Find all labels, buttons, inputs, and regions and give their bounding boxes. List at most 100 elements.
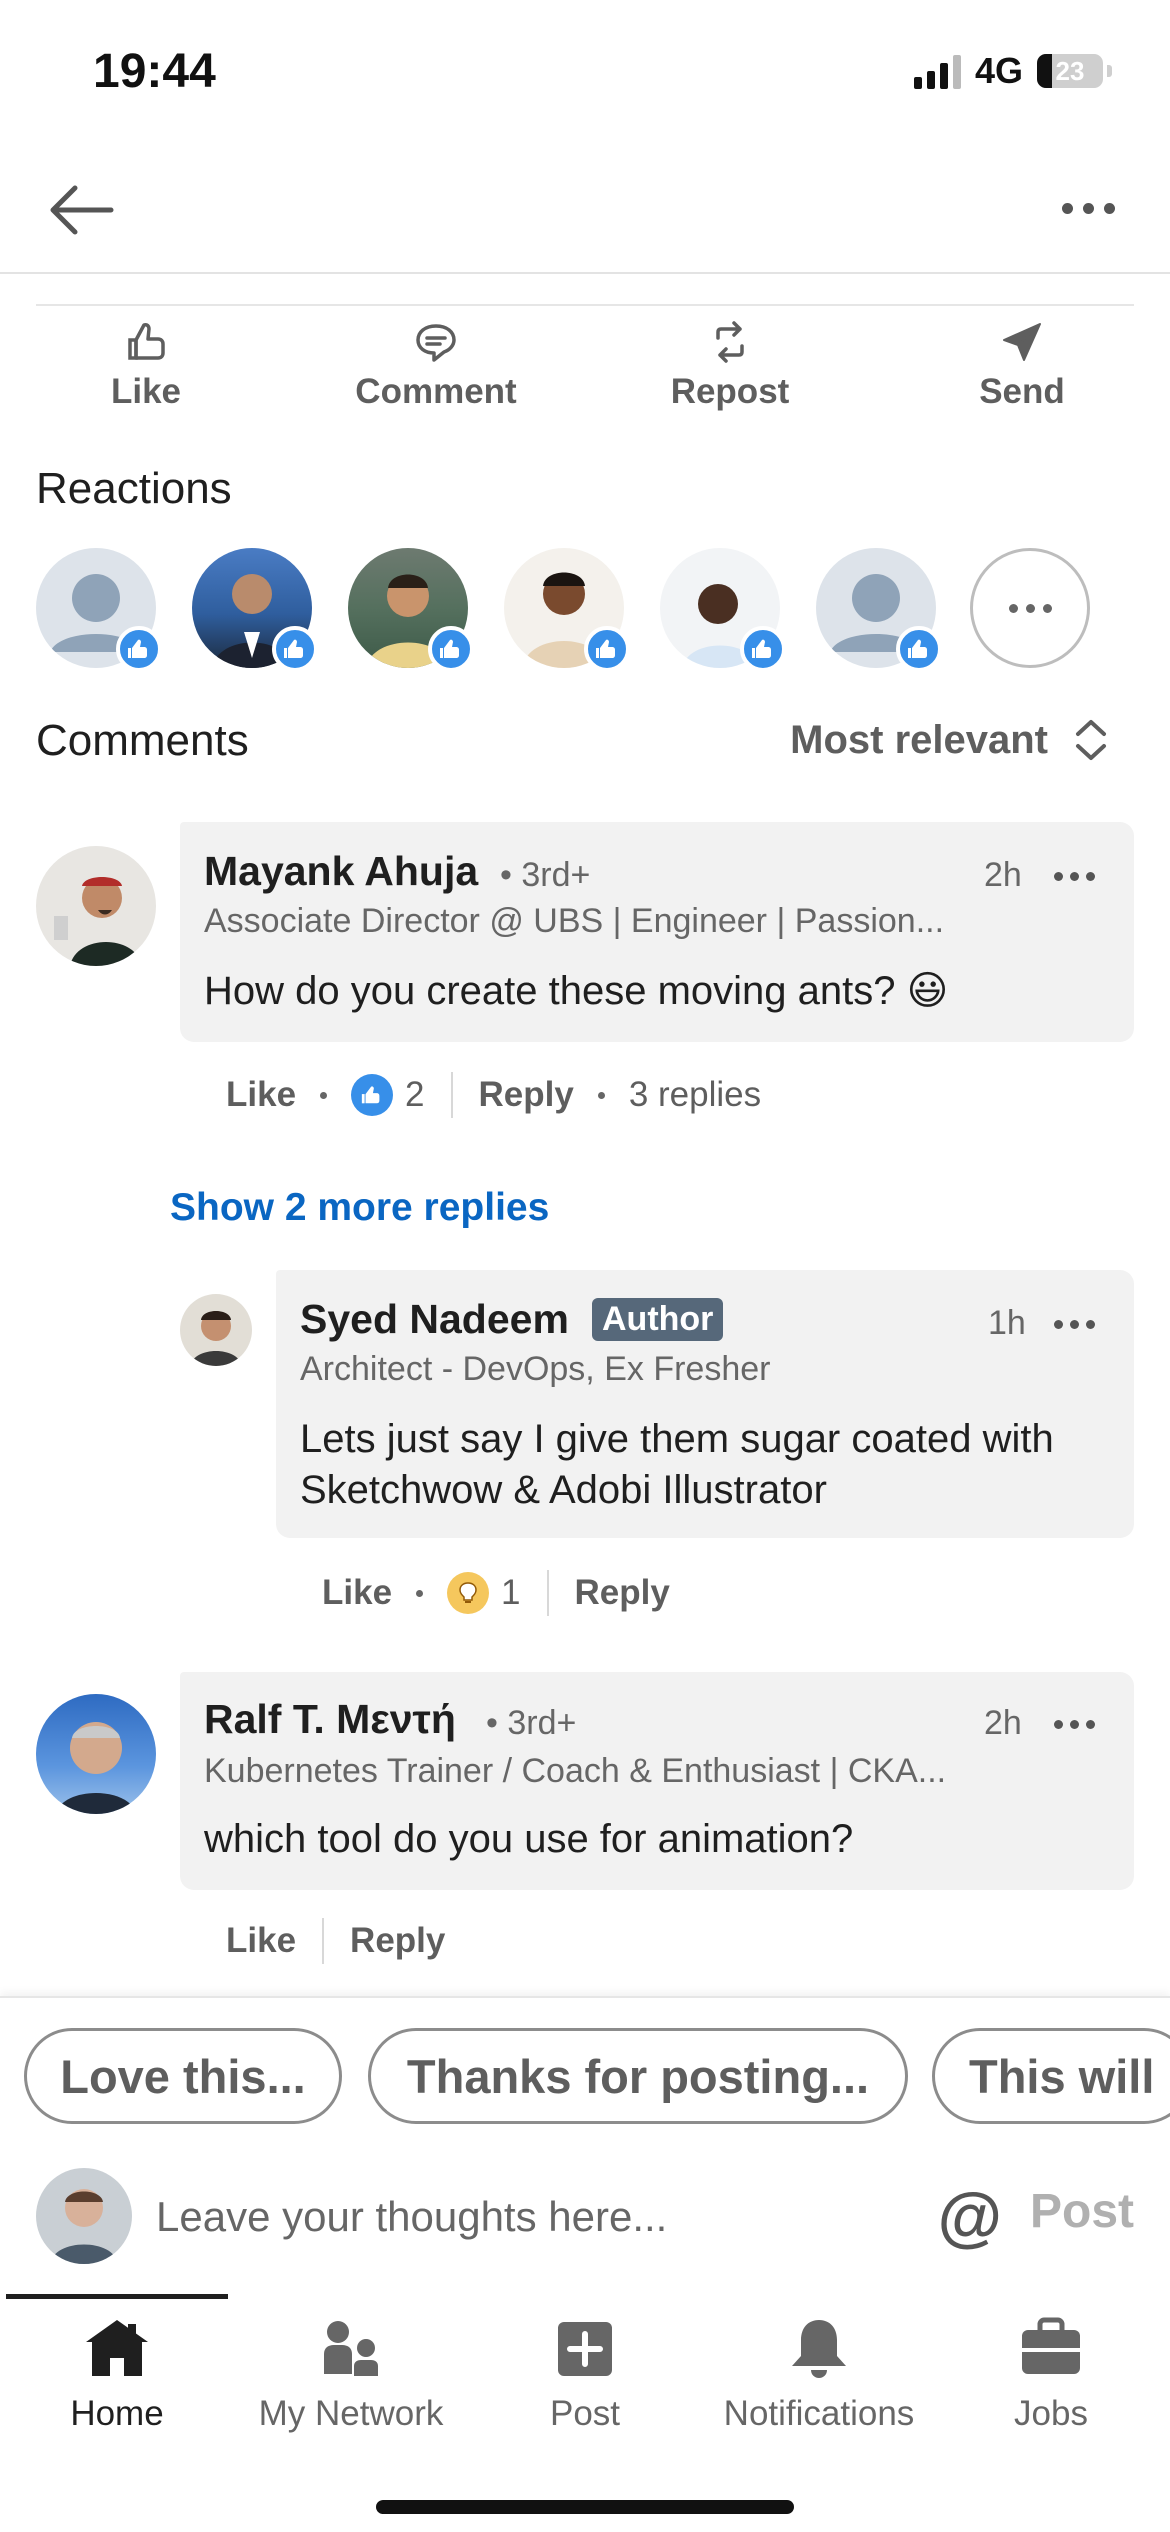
comment-label: Comment <box>355 372 517 411</box>
reactor-avatar[interactable] <box>192 548 318 672</box>
comment-more-button[interactable] <box>1054 1320 1095 1329</box>
reactor-avatar[interactable] <box>348 548 474 672</box>
like-action-button[interactable]: Like <box>36 318 256 412</box>
quick-reply-chips: Love this... Thanks for posting... This … <box>24 2028 1170 2126</box>
like-reaction-icon <box>272 626 318 672</box>
connection-degree: • 3rd+ <box>486 1704 577 1742</box>
replies-count[interactable]: 3 replies <box>629 1075 761 1115</box>
quick-reply-chip[interactable]: This will <box>932 2028 1170 2124</box>
like-reaction-icon <box>351 1074 394 1116</box>
tab-jobs[interactable]: Jobs <box>936 2314 1166 2434</box>
comment-input[interactable] <box>156 2182 916 2252</box>
quick-reply-chip[interactable]: Thanks for posting... <box>368 2028 908 2124</box>
back-arrow-icon <box>50 185 114 235</box>
reaction-count[interactable]: 2 <box>405 1075 424 1115</box>
reactor-avatar[interactable] <box>660 548 786 672</box>
mention-icon[interactable]: @ <box>938 2178 1002 2254</box>
tab-home[interactable]: Home <box>2 2314 232 2434</box>
more-icon <box>1054 1720 1063 1729</box>
active-tab-indicator <box>6 2294 228 2299</box>
comment-more-button[interactable] <box>1054 1720 1095 1729</box>
reaction-count[interactable]: 1 <box>501 1573 520 1613</box>
back-button[interactable] <box>45 180 125 240</box>
comment-actions: Like 1 Reply <box>322 1570 670 1616</box>
divider <box>36 304 1134 306</box>
post-actions: Like Comment Repost Send <box>0 318 1170 428</box>
network-icon <box>324 2321 378 2376</box>
bottom-panel: Love this... Thanks for posting... This … <box>0 1996 1170 2532</box>
quick-reply-chip[interactable]: Love this... <box>24 2028 342 2124</box>
my-avatar <box>36 2168 132 2264</box>
tab-my-network[interactable]: My Network <box>236 2314 466 2434</box>
comment-time: 2h <box>984 1704 1022 1742</box>
home-icon <box>86 2320 148 2376</box>
top-nav-bar <box>0 150 1170 274</box>
tab-label: My Network <box>258 2394 444 2433</box>
comment-like-button[interactable]: Like <box>322 1573 392 1613</box>
send-icon <box>1003 323 1041 361</box>
comment-text: Lets just say I give them sugar coated w… <box>300 1417 1054 1512</box>
commenter-headline: Architect - DevOps, Ex Fresher <box>300 1350 771 1388</box>
tab-post[interactable]: Post <box>470 2314 700 2434</box>
comment-like-button[interactable]: Like <box>226 1075 296 1115</box>
commenter-avatar[interactable] <box>36 1694 156 1814</box>
comment-text: which tool do you use for animation? <box>204 1817 854 1861</box>
post-icon <box>558 2322 612 2376</box>
like-reaction-icon <box>428 626 474 672</box>
home-indicator <box>376 2500 794 2514</box>
connection-degree: • 3rd+ <box>500 856 591 894</box>
reactor-avatar[interactable] <box>504 548 630 672</box>
reactor-avatar[interactable] <box>816 548 942 672</box>
signal-icon <box>913 53 961 89</box>
comment-composer: @ Post <box>0 2168 1170 2268</box>
like-reaction-icon <box>740 626 786 672</box>
thumbs-up-icon <box>128 323 165 360</box>
send-label: Send <box>979 372 1065 411</box>
like-reaction-icon <box>584 626 630 672</box>
briefcase-icon <box>1022 2317 1080 2374</box>
tab-label: Post <box>549 2394 621 2433</box>
post-comment-button[interactable]: Post <box>1030 2184 1134 2239</box>
comments-title: Comments <box>36 716 249 765</box>
commenter-headline: Associate Director @ UBS | Engineer | Pa… <box>204 902 945 940</box>
reactions-title: Reactions <box>36 464 232 513</box>
sort-label: Most relevant <box>790 717 1048 762</box>
author-badge: Author <box>592 1298 724 1341</box>
comment-reply-button[interactable]: Reply <box>575 1573 670 1613</box>
comment-actions: Like 2 Reply 3 replies <box>226 1072 761 1118</box>
comment-actions: Like Reply <box>226 1918 445 1964</box>
bell-icon <box>792 2320 846 2378</box>
network-type: 4G <box>974 50 1023 91</box>
battery-level: 23 <box>1055 55 1085 86</box>
more-icon <box>1008 603 1018 613</box>
send-action-button[interactable]: Send <box>912 318 1132 412</box>
insightful-reaction-icon <box>447 1572 490 1614</box>
tab-notifications[interactable]: Notifications <box>704 2314 934 2434</box>
more-icon <box>1054 1320 1063 1329</box>
commenter-avatar[interactable] <box>180 1294 252 1366</box>
commenter-name[interactable]: Ralf T. Μεντή <box>204 1696 456 1743</box>
comment-reply-button[interactable]: Reply <box>479 1075 574 1115</box>
more-reactions-button[interactable] <box>970 548 1090 668</box>
repost-label: Repost <box>670 372 790 411</box>
tab-label: Jobs <box>1014 2394 1088 2433</box>
repost-action-button[interactable]: Repost <box>620 318 840 412</box>
commenter-avatar[interactable] <box>36 846 156 966</box>
chevron-up-down-icon <box>1076 720 1106 760</box>
tab-label: Notifications <box>723 2394 915 2433</box>
repost-icon <box>716 321 744 363</box>
status-indicators: 4G 23 <box>913 50 1112 92</box>
comment-icon <box>416 324 456 362</box>
comment-like-button[interactable]: Like <box>226 1921 296 1961</box>
commenter-name[interactable]: Mayank Ahuja <box>204 848 478 895</box>
reactor-avatar[interactable] <box>36 548 162 672</box>
commenter-name[interactable]: Syed Nadeem <box>300 1296 569 1343</box>
comment-reply-button[interactable]: Reply <box>350 1921 445 1961</box>
more-options-button[interactable] <box>1048 178 1128 238</box>
comment-action-button[interactable]: Comment <box>326 318 546 412</box>
comment-more-button[interactable] <box>1054 872 1095 881</box>
sort-dropdown[interactable]: Most relevant <box>790 716 1108 764</box>
show-more-replies-link[interactable]: Show 2 more replies <box>170 1186 549 1230</box>
like-label: Like <box>110 372 182 411</box>
tab-label: Home <box>70 2394 164 2433</box>
